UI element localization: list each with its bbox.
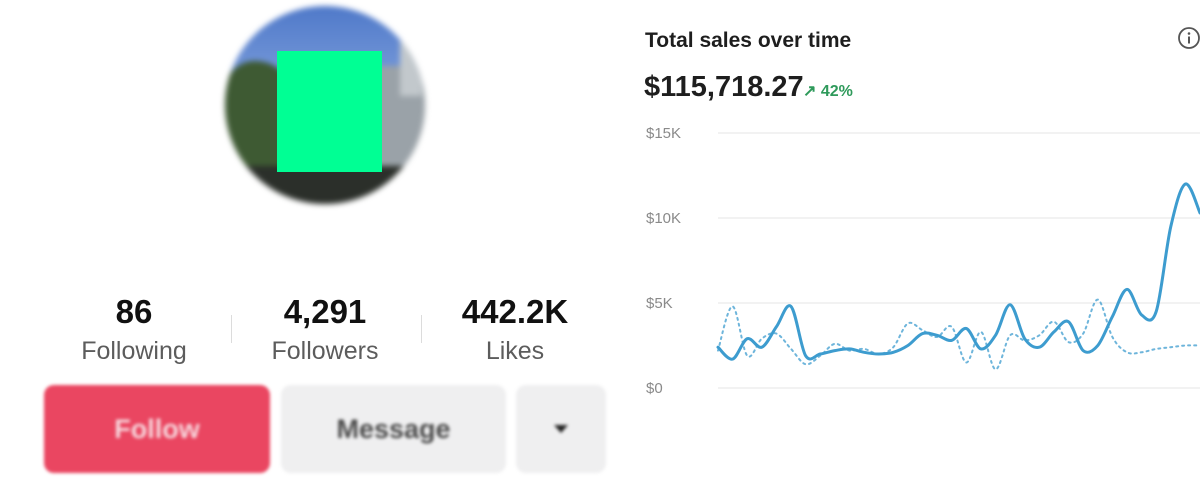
- more-options-button[interactable]: [516, 385, 606, 473]
- stat-following[interactable]: 86 Following: [64, 292, 204, 368]
- chart-grid: [718, 132, 1200, 389]
- chart-lines: [716, 182, 1200, 371]
- y-tick-label: $0: [646, 380, 663, 397]
- face-redaction-box: [277, 51, 382, 172]
- y-tick-label: $10K: [646, 210, 681, 227]
- y-tick-label: $5K: [646, 295, 673, 312]
- arrow-up-right-icon: ↗: [803, 83, 817, 100]
- stat-likes[interactable]: 442.2K Likes: [440, 292, 590, 368]
- message-button[interactable]: Message: [281, 385, 506, 473]
- avatar-building-top: [400, 36, 422, 96]
- sales-change-percent: 42%: [820, 83, 853, 100]
- stat-following-label: Following: [81, 337, 187, 365]
- caret-down-icon: [554, 425, 568, 433]
- y-tick-label: $15K: [646, 125, 681, 142]
- chart-y-labels: $15K $10K $5K $0: [646, 125, 681, 397]
- sales-line-chart: $15K $10K $5K $0: [646, 125, 1200, 397]
- stat-followers-value: 4,291: [283, 293, 367, 330]
- follow-button[interactable]: Follow: [44, 385, 270, 473]
- stat-likes-label: Likes: [485, 337, 545, 365]
- sales-change-badge: ↗ 42%: [803, 81, 853, 101]
- info-icon[interactable]: [1177, 26, 1200, 50]
- stat-divider: [421, 315, 422, 343]
- stat-following-value: 86: [115, 293, 153, 330]
- total-sales-value: $115,718.27: [644, 71, 804, 103]
- stat-divider: [231, 315, 232, 343]
- stat-likes-value: 442.2K: [461, 293, 569, 330]
- stat-followers[interactable]: 4,291 Followers: [250, 292, 400, 368]
- stat-followers-label: Followers: [271, 337, 379, 365]
- chart-title: Total sales over time: [645, 29, 852, 52]
- series-line-solid: [716, 182, 1200, 361]
